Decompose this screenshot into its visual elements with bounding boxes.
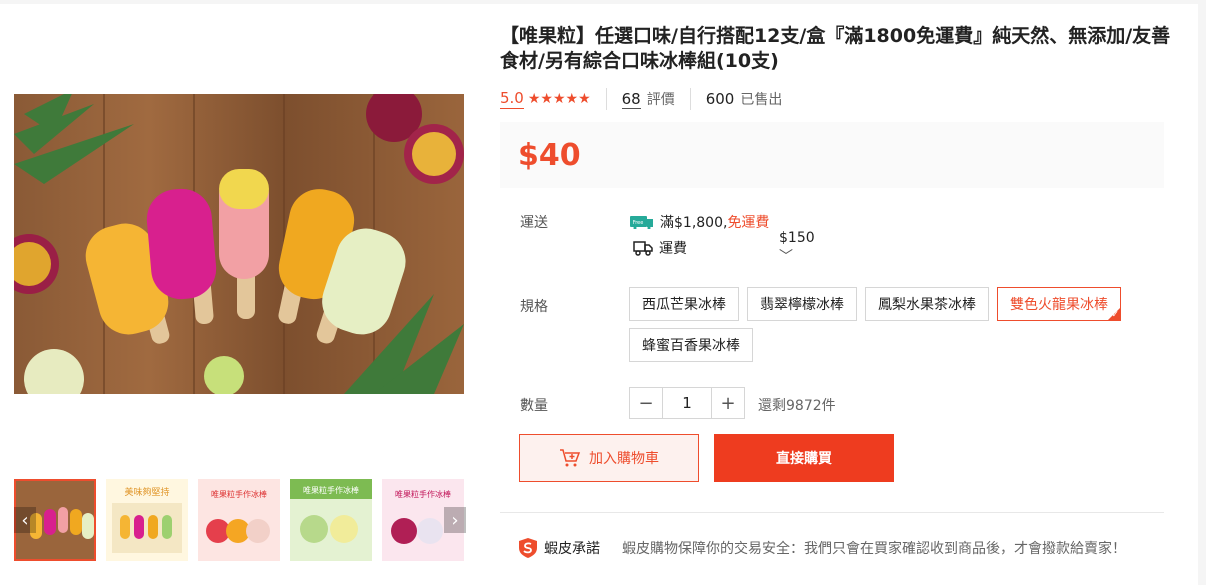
thumbnail-3[interactable]: 唯果粒手作冰棒 [198,479,280,561]
free-shipping-info: Free 滿$1,800, 免運費 [630,212,769,232]
variant-option-dragonfruit[interactable]: 雙色火龍果冰棒 ✓ [997,287,1121,321]
price-section: $40 [500,122,1164,188]
quantity-stepper: − 1 + [629,387,745,419]
truck-icon [633,241,653,256]
thumbnail-4[interactable]: 唯果粒手作冰棒 [290,479,372,561]
free-shipping-text: 免運費 [727,215,770,231]
quantity-input[interactable]: 1 [662,388,712,418]
product-main-image[interactable] [14,94,464,394]
sold-count: 600 [705,90,735,108]
chevron-right-icon: › [451,509,459,531]
thumbnail-next-button[interactable]: › [444,507,466,533]
thumbnail-4-caption: 唯果粒手作冰棒 [303,485,359,495]
shield-icon [519,538,537,558]
add-to-cart-button[interactable]: 加入購物車 [519,434,699,482]
quantity-label: 數量 [520,398,548,414]
star-rating-icon: ★★★★★ [527,91,591,107]
shipping-label: 運送 [520,215,548,231]
thumbnail-strip: 美味夠堅持 唯果粒手作冰棒 唯果粒手作冰棒 唯果粒手作冰棒 ‹ › [14,479,466,561]
divider [605,88,607,110]
buy-now-button[interactable]: 直接購買 [714,434,894,482]
free-shipping-icon: Free [630,216,653,229]
quantity-increase-button[interactable]: + [712,388,744,418]
add-to-cart-label: 加入購物車 [589,451,659,467]
thumbnail-2[interactable]: 美味夠堅持 [106,479,188,561]
rating-value[interactable]: 5.0 [500,89,524,109]
variant-option-honey-passionfruit[interactable]: 蜂蜜百香果冰棒 [629,328,753,362]
add-to-cart-icon [560,449,581,467]
variant-option-jade-lemon[interactable]: 翡翠檸檬冰棒 [747,287,857,321]
svg-text:Free: Free [633,220,644,226]
thumbnail-5-caption: 唯果粒手作冰棒 [395,489,451,499]
guarantee-text: 蝦皮購物保障你的交易安全：我們只會在買家確認收到商品後，才會撥款給賣家！ [622,541,1126,557]
reviews-count[interactable]: 68 [621,90,641,109]
sold-label: 已售出 [740,92,783,108]
shopee-guarantee: 蝦皮承諾 蝦皮購物保障你的交易安全：我們只會在買家確認收到商品後，才會撥款給賣家… [518,537,1126,559]
thumbnail-2-caption: 美味夠堅持 [124,486,169,498]
shipping-fee-info[interactable]: 運費 $150 ﹀ [633,230,833,265]
thumbnail-prev-button[interactable]: ‹ [14,507,36,533]
shipping-fee-value: $150 ﹀ [779,230,815,265]
stock-remaining: 還剩9872件 [758,398,836,414]
chevron-down-icon: ﹀ [779,249,793,265]
rating-row: 5.0 ★★★★★ 68 評價 600 已售出 [500,88,782,110]
divider [689,88,691,110]
shipping-fee-label: 運費 [659,241,687,257]
variant-option-pineapple-tea[interactable]: 鳳梨水果茶冰棒 [865,287,989,321]
divider [500,512,1164,513]
variant-option-watermelon-mango[interactable]: 西瓜芒果冰棒 [629,287,739,321]
thumbnail-3-caption: 唯果粒手作冰棒 [211,489,267,499]
product-title: 【唯果粒】任選口味/自行搭配12支/盒『滿1800免運費』純天然、無添加/友善食… [500,25,1171,72]
variant-label: 規格 [520,299,548,315]
chevron-left-icon: ‹ [21,509,29,531]
reviews-label: 評價 [646,92,675,108]
guarantee-title[interactable]: 蝦皮承諾 [544,538,600,558]
product-price: $40 [518,138,581,173]
quantity-decrease-button[interactable]: − [630,388,662,418]
free-shipping-threshold: 滿$1,800, [660,215,728,231]
